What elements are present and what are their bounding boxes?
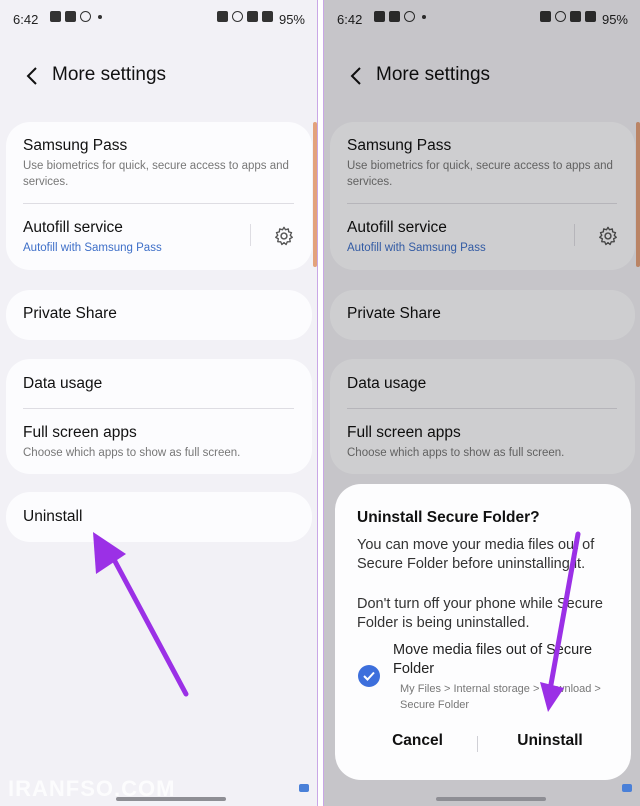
card-private-share: Private Share	[6, 290, 312, 340]
status-time: 6:42	[13, 12, 39, 27]
scroll-indicator[interactable]	[313, 122, 317, 267]
cancel-button[interactable]: Cancel	[370, 732, 465, 750]
system-icons	[217, 11, 273, 22]
divider	[23, 203, 294, 204]
samsung-pass-title: Samsung Pass	[23, 137, 128, 154]
more-notifications-dot-icon	[98, 14, 102, 19]
vertical-divider	[250, 224, 251, 246]
alarm-icon	[232, 11, 243, 22]
notification-icons	[50, 11, 102, 22]
autofill-item[interactable]: Autofill service Autofill with Samsung P…	[23, 219, 242, 256]
uninstall-item[interactable]: Uninstall	[23, 508, 294, 526]
samsung-pass-subtitle: Use biometrics for quick, secure access …	[23, 160, 289, 188]
screenshot-badge-icon	[622, 784, 632, 792]
back-button[interactable]	[18, 60, 46, 92]
uninstall-dialog: Uninstall Secure Folder? You can move yo…	[335, 484, 631, 780]
divider	[23, 408, 294, 409]
private-share-item[interactable]: Private Share	[23, 305, 294, 323]
button-divider	[477, 736, 478, 752]
private-share-title: Private Share	[23, 305, 117, 322]
data-usage-item[interactable]: Data usage	[23, 375, 294, 393]
autofill-title: Autofill service	[23, 219, 123, 236]
dialog-title: Uninstall Secure Folder?	[357, 509, 540, 526]
back-arrow-icon	[26, 67, 37, 85]
move-media-checkbox[interactable]	[358, 665, 380, 687]
uninstall-button[interactable]: Uninstall	[495, 732, 605, 750]
dialog-message: You can move your media files out of Sec…	[357, 537, 595, 572]
gear-icon[interactable]	[273, 225, 295, 247]
full-screen-apps-subtitle: Choose which apps to show as full screen…	[23, 447, 241, 459]
move-media-path: My Files > Internal storage > Download >…	[400, 683, 601, 711]
autofill-subtitle: Autofill with Samsung Pass	[23, 242, 162, 254]
whatsapp-icon	[80, 11, 91, 22]
wifi-icon	[247, 11, 258, 22]
full-screen-apps-title: Full screen apps	[23, 424, 137, 441]
check-icon	[363, 671, 375, 681]
samsung-pass-item[interactable]: Samsung Pass Use biometrics for quick, s…	[23, 137, 294, 190]
card-uninstall: Uninstall	[6, 492, 312, 542]
image-icon	[50, 11, 61, 22]
data-usage-title: Data usage	[23, 375, 103, 392]
page-title: More settings	[52, 64, 167, 85]
home-indicator[interactable]	[116, 797, 226, 801]
battery-level: 95%	[278, 12, 305, 27]
card-display: Data usage Full screen apps Choose which…	[6, 359, 312, 474]
move-media-label[interactable]: Move media files out of Secure Folder	[393, 641, 615, 679]
home-indicator[interactable]	[436, 797, 546, 801]
dialog-warning: Don't turn off your phone while Secure F…	[357, 596, 603, 631]
full-screen-apps-item[interactable]: Full screen apps Choose which apps to sh…	[23, 424, 294, 461]
uninstall-title: Uninstall	[23, 508, 83, 525]
screenshot-badge-icon	[299, 784, 309, 792]
gallery-icon	[65, 11, 76, 22]
header: More settings	[0, 60, 317, 92]
card-passwords: Samsung Pass Use biometrics for quick, s…	[6, 122, 312, 270]
status-bar: 6:42 95%	[0, 0, 317, 38]
folder-icon	[217, 11, 228, 22]
signal-icon	[262, 11, 273, 22]
right-screen: 6:42 95% More settings Samsung Pass Use …	[323, 0, 640, 806]
left-screen: 6:42 95% More settings Samsung Pass Use …	[0, 0, 318, 806]
